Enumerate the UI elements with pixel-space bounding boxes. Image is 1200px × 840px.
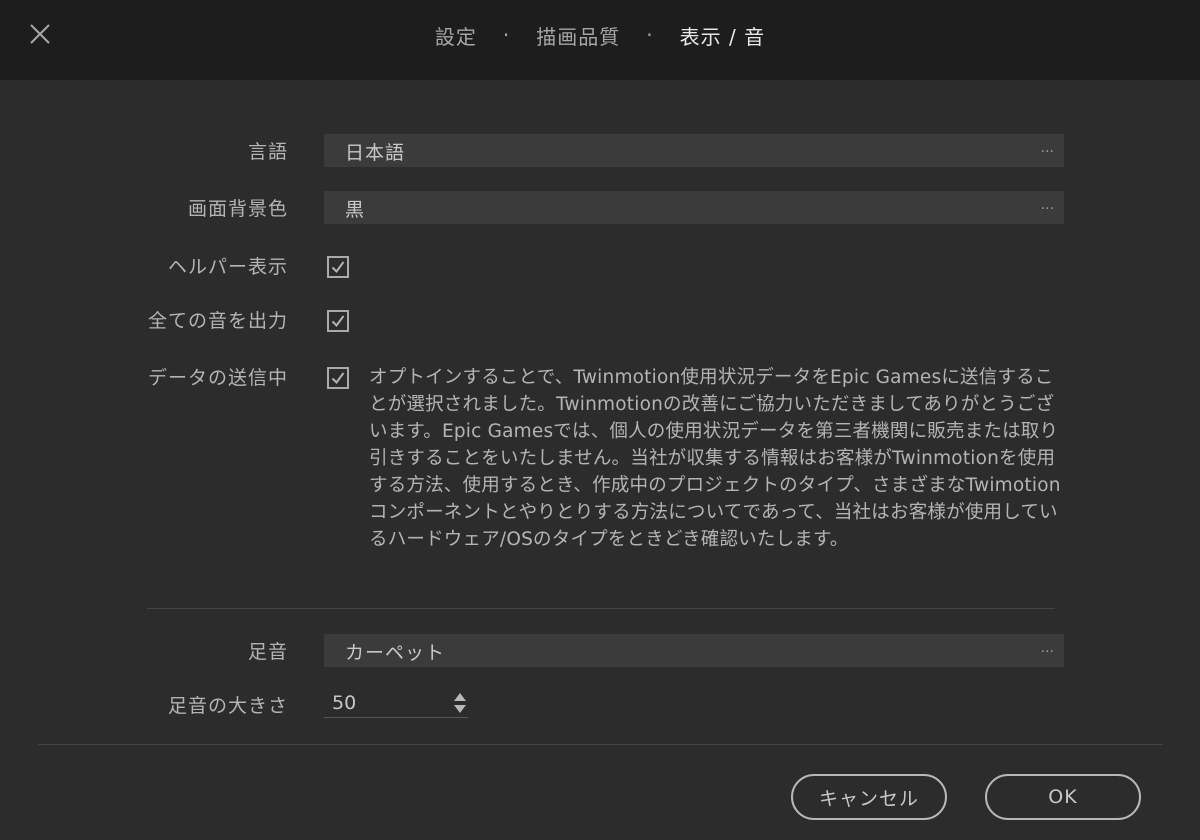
- data-sending-description: オプトインすることで、Twinmotion使用状況データをEpic Gamesに…: [369, 367, 1061, 550]
- footstep-volume-stepper[interactable]: 50: [324, 688, 468, 718]
- breadcrumb-settings[interactable]: 設定: [435, 21, 477, 50]
- background-color-label: 画面背景色: [187, 198, 288, 220]
- language-select[interactable]: 日本語 ...: [324, 134, 1064, 167]
- breadcrumb-separator: ·: [502, 23, 511, 47]
- data-sending-checkbox[interactable]: [327, 367, 349, 389]
- ok-button[interactable]: OK: [985, 774, 1141, 820]
- more-icon: ...: [1040, 197, 1054, 213]
- footstep-volume-label: 足音の大きさ: [167, 695, 288, 717]
- checkmark-icon: [331, 372, 345, 385]
- footsteps-label: 足音: [247, 641, 288, 663]
- stepper-arrows[interactable]: [452, 690, 468, 716]
- breadcrumb-display-sound[interactable]: 表示 / 音: [680, 21, 765, 50]
- breadcrumb-render-quality[interactable]: 描画品質: [536, 21, 620, 50]
- language-label: 言語: [247, 141, 288, 163]
- helper-display-checkbox[interactable]: [327, 256, 349, 278]
- checkmark-icon: [331, 315, 345, 328]
- background-color-value: 黒: [345, 199, 366, 221]
- more-icon: ...: [1040, 140, 1054, 156]
- helper-display-label: ヘルパー表示: [167, 256, 288, 278]
- title-bar: 設定 · 描画品質 · 表示 / 音: [0, 0, 1200, 80]
- output-all-sounds-label: 全ての音を出力: [147, 310, 288, 332]
- footsteps-select[interactable]: カーペット ...: [324, 634, 1064, 667]
- footsteps-value: カーペット: [345, 642, 446, 664]
- checkmark-icon: [331, 261, 345, 274]
- breadcrumb: 設定 · 描画品質 · 表示 / 音: [0, 20, 1200, 50]
- background-color-select[interactable]: 黒 ...: [324, 191, 1064, 224]
- up-down-arrows-icon[interactable]: [452, 690, 468, 716]
- footstep-volume-value[interactable]: 50: [332, 692, 356, 714]
- more-icon: ...: [1040, 640, 1054, 656]
- footer-divider: [38, 744, 1163, 745]
- data-sending-label: データの送信中: [147, 367, 288, 389]
- breadcrumb-separator: ·: [646, 23, 654, 47]
- language-value: 日本語: [345, 142, 406, 164]
- cancel-button[interactable]: キャンセル: [791, 774, 947, 820]
- section-divider: [147, 608, 1055, 609]
- output-all-sounds-checkbox[interactable]: [327, 310, 349, 332]
